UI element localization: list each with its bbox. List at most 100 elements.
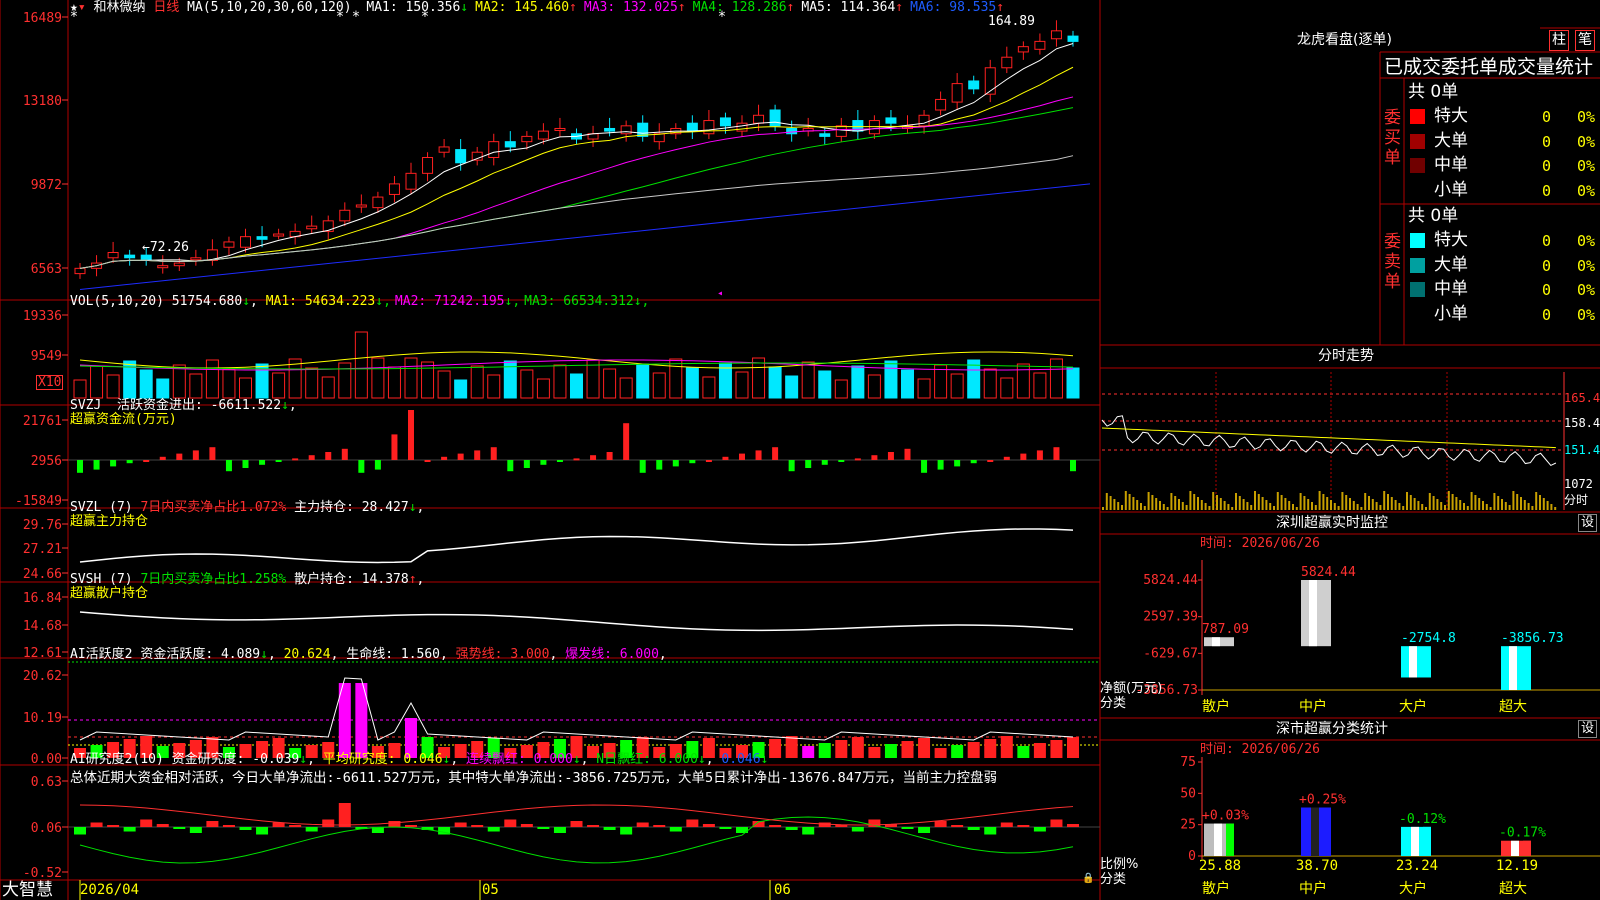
buy-total: 共 0单	[1408, 82, 1459, 102]
ai2-tick-3: -0.52	[23, 866, 62, 881]
high-price-label: 164.89	[988, 14, 1035, 29]
vol-bar-31	[586, 359, 600, 399]
monitor-bar-value-0: 787.09	[1202, 622, 1249, 637]
svzj-name: SVZJ	[70, 398, 102, 413]
candle-body-40	[736, 122, 748, 132]
intraday-vol-4	[1117, 502, 1120, 510]
tick-mode-button[interactable]: 笔	[1575, 30, 1595, 51]
sort-icon[interactable]: ▾	[78, 0, 86, 15]
intraday-vol-16	[1162, 504, 1165, 510]
candle-body-5	[157, 265, 169, 269]
svzl-tick-1: 29.76	[23, 518, 62, 533]
vol-title: VOL(5,10,20)	[70, 294, 164, 309]
intraday-vol-81	[1409, 495, 1412, 510]
candle-body-51	[918, 114, 930, 127]
intraday-vol-31	[1219, 498, 1222, 510]
intraday-vol-97	[1470, 492, 1473, 510]
classify-settings-button[interactable]: 设	[1578, 720, 1598, 738]
intraday-vol-61	[1333, 503, 1336, 510]
svzj-bar-46	[838, 460, 845, 462]
classify-bar-hl-1	[1311, 807, 1319, 856]
candle-body-42	[769, 109, 781, 127]
intraday-vol-117	[1546, 501, 1549, 510]
ai2-bar-27	[520, 824, 533, 827]
lock-icon[interactable]: 🔒	[1082, 872, 1094, 886]
svzj-bar-48	[871, 455, 878, 460]
vol-bar-37	[685, 367, 699, 399]
intraday-vol-11	[1143, 506, 1146, 510]
vol-bar-9	[222, 368, 236, 399]
ma-value-2: MA2: 145.460↑	[475, 0, 577, 15]
swatch-1	[1410, 233, 1425, 248]
brand-logo[interactable]: 大智慧	[2, 881, 53, 900]
ai2-bar-31	[587, 825, 600, 827]
monitor-bar-hl-0	[1212, 637, 1220, 647]
svsh-ratio: 7日内买卖净占比1.258%	[140, 572, 287, 587]
vol-bar-48	[867, 374, 881, 399]
intraday-vol-0	[1102, 507, 1104, 510]
svzj-bar-52	[937, 460, 944, 470]
vol-bar-1	[90, 365, 104, 399]
row-percent: 0%	[1577, 157, 1596, 175]
svzj-bar-10	[242, 460, 249, 468]
vol-bar-23	[454, 379, 468, 399]
svzj-bar-6	[176, 453, 183, 460]
vol-ma-value-3: MA3: 66534.312↓,	[524, 294, 650, 309]
ai1-bar-57	[1017, 746, 1030, 758]
period-label[interactable]: 日线	[153, 0, 179, 15]
intraday-vol-5	[1121, 505, 1123, 510]
candle-body-27	[521, 135, 533, 143]
svzj-bar-31	[590, 455, 597, 460]
classify-cat-1: 中户	[1299, 880, 1327, 897]
svzj-bar-29	[556, 460, 563, 462]
svzj-bar-14	[308, 455, 315, 460]
vol-bar-38	[702, 376, 716, 399]
svzl-name: SVZL (7)	[70, 500, 133, 515]
ai2-bar-33	[620, 827, 633, 835]
swatch-1	[1410, 109, 1425, 124]
ai2-summary: 总体近期大资金相对活跃，今日大单净流出:-6611.527万元，其中特大单净流出…	[70, 770, 997, 786]
intraday-vol-68	[1360, 507, 1363, 510]
intraday-vol-30	[1216, 495, 1218, 510]
vol-ma-value-1: MA1: 54634.223↓,	[265, 294, 391, 309]
bar-mode-button[interactable]: 柱	[1549, 30, 1569, 51]
stock-name[interactable]: 和林微纳	[93, 0, 145, 15]
vol-bar-55	[983, 368, 997, 399]
monitor-cat-1: 中户	[1299, 698, 1327, 715]
intraday-vol-54	[1307, 499, 1310, 510]
candle-body-12	[273, 233, 285, 237]
row-percent: 0%	[1577, 281, 1596, 299]
svzj-bar-32	[606, 452, 613, 460]
intraday-vol-13	[1151, 495, 1154, 510]
monitor-bar-hl-3	[1509, 646, 1517, 690]
svzj-bar-26	[507, 460, 514, 472]
swatch-2	[1410, 257, 1425, 273]
candle-body-45	[819, 133, 831, 137]
intraday-vol-84	[1421, 504, 1424, 510]
classify-axis-label2: 分类	[1100, 872, 1127, 887]
vol-bar-5	[156, 378, 170, 399]
svzj-tick-3: -15849	[15, 494, 62, 509]
ai1-value: 4.089	[220, 647, 261, 662]
intraday-vol-67	[1356, 504, 1359, 510]
svzj-bar-12	[275, 460, 282, 462]
intraday-vol-21	[1181, 502, 1184, 510]
candle-body-48	[868, 120, 880, 135]
candle-body-32	[604, 127, 616, 132]
vol-bar-35	[652, 372, 666, 399]
classify-value-3: 12.19	[1496, 858, 1538, 874]
intraday-price	[1101, 415, 1557, 467]
monitor-settings-button[interactable]: 设	[1578, 514, 1598, 532]
candle-body-55	[984, 67, 996, 95]
candle-body-4	[140, 254, 152, 261]
row-percent: 0%	[1577, 232, 1596, 250]
candle-body-25	[488, 141, 500, 159]
intraday-vol-33	[1227, 504, 1230, 510]
intraday-vol-71	[1371, 499, 1374, 510]
svzj-bar-22	[441, 456, 448, 460]
vol-bar-33	[619, 377, 633, 399]
monitor-bar-value-1: 5824.44	[1301, 565, 1356, 580]
star-icon[interactable]: ★	[70, 0, 78, 15]
row-percent: 0%	[1577, 132, 1596, 151]
vol-bar-36	[669, 358, 683, 399]
